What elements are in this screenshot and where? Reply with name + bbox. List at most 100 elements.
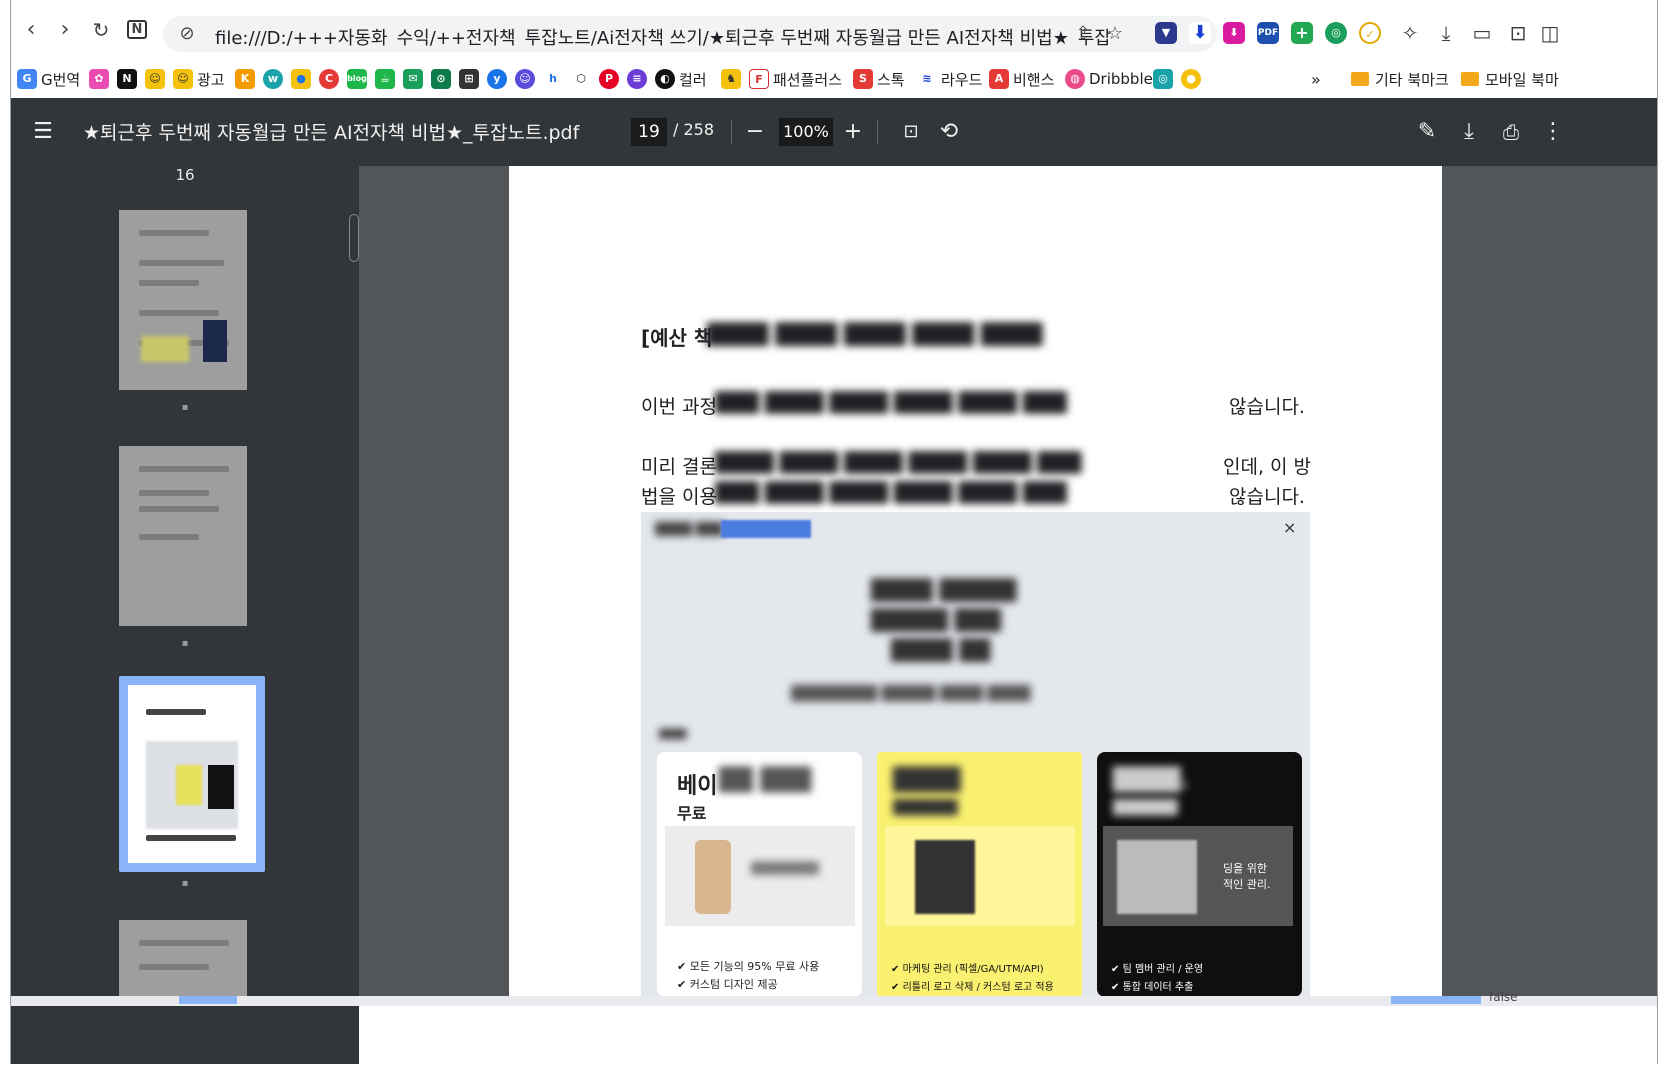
bookmark-icon-18[interactable]: ≡ bbox=[627, 66, 651, 92]
plan-image: 딩을 위한 적인 관리. bbox=[1103, 826, 1293, 926]
reload-icon[interactable]: ↻ bbox=[87, 16, 115, 44]
body-line-1-end: 않습니다. bbox=[1229, 396, 1305, 418]
bookmark-ad[interactable]: ☺ 광고 bbox=[173, 66, 225, 92]
bookmark-icon-20[interactable]: ◎ bbox=[1153, 66, 1177, 92]
thumbnail-sidebar: 16 ▪ ▪ ▪ bbox=[11, 166, 359, 1064]
bookmark-star-icon[interactable]: ☆ bbox=[1103, 22, 1127, 46]
feature-line: ✔ 통합 데이터 추출 bbox=[1111, 982, 1194, 993]
bookmark-icon-9[interactable]: ☕ bbox=[375, 66, 399, 92]
clock-extension-icon[interactable]: ✓ bbox=[1359, 22, 1381, 44]
bookmark-icon-5[interactable]: w bbox=[263, 66, 287, 92]
horizontal-scrollbar[interactable]: false bbox=[11, 990, 1657, 1006]
download-icon[interactable]: ⤓ bbox=[1453, 116, 1485, 148]
thumbnail-page[interactable] bbox=[119, 210, 247, 390]
bookmark-icon-21[interactable]: ● bbox=[1181, 66, 1205, 92]
bookmark-label: G번역 bbox=[41, 70, 81, 89]
bookmark-behance[interactable]: A 비핸스 bbox=[989, 66, 1054, 92]
plan-image bbox=[885, 826, 1075, 926]
video-icon[interactable]: ▭ bbox=[1469, 20, 1495, 46]
bookmark-stock[interactable]: S 스톡 bbox=[853, 66, 905, 92]
bookmark-icon-10[interactable]: ✉ bbox=[403, 66, 427, 92]
add-extension-icon[interactable]: + bbox=[1291, 22, 1313, 44]
bookmark-icon-17[interactable]: P bbox=[599, 66, 623, 92]
pdf-extension-icon[interactable]: PDF bbox=[1257, 22, 1279, 44]
bookmark-icon-14[interactable]: ☺ bbox=[515, 66, 539, 92]
bookmark-label: 광고 bbox=[197, 70, 225, 89]
bookmark-icon-15[interactable]: h bbox=[543, 66, 567, 92]
plan-price-blurred: ██████ bbox=[1113, 800, 1178, 816]
plan-label-blurred: ████ bbox=[659, 730, 687, 740]
zoom-input[interactable]: 100% bbox=[779, 118, 833, 146]
forward-icon[interactable]: › bbox=[51, 16, 79, 44]
not-secure-icon[interactable]: ⊘ bbox=[175, 22, 199, 46]
screenshot-icon[interactable]: ⊡ bbox=[1505, 20, 1531, 46]
bookmark-fashion[interactable]: F 패션플러스 bbox=[749, 66, 842, 92]
bookmark-icon-11[interactable]: ⊙ bbox=[431, 66, 455, 92]
bookmark-icon-1[interactable]: ✿ bbox=[89, 66, 113, 92]
feature-line: ✔ 모든 기능의 95% 무료 사용 bbox=[677, 960, 820, 973]
bookmark-icon-16[interactable]: ⬡ bbox=[571, 66, 595, 92]
purple-extension-icon[interactable]: ⬇ bbox=[1223, 22, 1245, 44]
bookmarks-more-button[interactable]: » bbox=[1311, 66, 1321, 92]
plan-card-pro[interactable]: ████ ██████ ✔ 마케팅 관리 (픽셀/GA/UTM/API) ✔ 리… bbox=[877, 752, 1082, 997]
promo-heading-blurred: ████ ██ bbox=[891, 638, 991, 662]
bookmark-gtranslate[interactable]: G G번역 bbox=[17, 66, 80, 92]
download-extension-icon[interactable]: ⬇ bbox=[1189, 22, 1211, 44]
folder-icon bbox=[1351, 72, 1369, 86]
bookmark-label: 기타 북마크 bbox=[1375, 70, 1449, 89]
plan-price-blurred: ██████ bbox=[893, 800, 958, 816]
zoom-in-icon[interactable]: + bbox=[837, 116, 869, 148]
green-circle-extension-icon[interactable]: ◎ bbox=[1325, 22, 1347, 44]
document-area: [예산 책 ████ ████ ████ ████ ████ 이번 과정 ███… bbox=[359, 166, 1657, 997]
thumbnail-page[interactable] bbox=[119, 920, 247, 1000]
annotate-pen-icon[interactable]: ✎ bbox=[1411, 116, 1443, 148]
modal-title-blurred: ████ ███ bbox=[655, 522, 724, 536]
fit-page-icon[interactable]: ⊡ bbox=[895, 116, 927, 148]
body-line-1-start: 이번 과정 bbox=[641, 396, 717, 418]
bookmark-icon-12[interactable]: ⊞ bbox=[459, 66, 483, 92]
page-number-input[interactable]: 19 bbox=[631, 118, 667, 146]
sidebar-scrollbar[interactable] bbox=[349, 214, 359, 262]
bookmark-icon-8[interactable]: blog bbox=[347, 66, 371, 92]
downloads-icon[interactable]: ⤓ bbox=[1433, 20, 1459, 46]
plan-card-basic[interactable]: 베이 ██ ███ 무료 ████████ ✔ 모든 기능의 95% 무료 사용… bbox=[657, 752, 862, 997]
thumbnail-page[interactable] bbox=[119, 446, 247, 626]
bookmark-folder-mobile[interactable]: 모바일 북마 bbox=[1461, 66, 1559, 92]
page-label-blurred: ▪ bbox=[181, 402, 189, 413]
phone-mockup bbox=[1117, 840, 1197, 914]
phone-mockup bbox=[695, 840, 731, 914]
back-icon[interactable]: ‹ bbox=[17, 16, 45, 44]
more-actions-icon[interactable]: ⋮ bbox=[1537, 116, 1569, 148]
url-text[interactable]: file:///D:/+++자동화_수익/++전자책_투잡노트/Ai전자책 쓰기… bbox=[215, 24, 1135, 46]
bookmark-folder-other[interactable]: 기타 북마크 bbox=[1351, 66, 1449, 92]
bookmark-round[interactable]: ≋ 라우드 bbox=[917, 66, 982, 92]
thumbnail-page-selected[interactable] bbox=[119, 676, 265, 872]
bookmark-icon-6[interactable]: ● bbox=[291, 66, 315, 92]
notion-icon[interactable]: N bbox=[123, 16, 151, 44]
bookmark-icon-3[interactable]: ☺ bbox=[145, 66, 169, 92]
plan-card-business[interactable]: ████. ██████ 딩을 위한 적인 관리. ✔ 팀 멤버 관리 / 운영… bbox=[1097, 752, 1302, 997]
omnibox[interactable]: ⊘ file:///D:/+++자동화_수익/++전자책_투잡노트/Ai전자책 … bbox=[163, 16, 1217, 52]
bookmark-icon-7[interactable]: C bbox=[319, 66, 343, 92]
scrollbar-thumb[interactable] bbox=[179, 996, 237, 1004]
plan-title-blurred: ████. bbox=[1113, 768, 1190, 793]
bookmarks-bar: G G번역 ✿ N ☺ ☺ 광고 K w ● C blog ☕ ✉ ⊙ ⊞ y ☺ … bbox=[11, 62, 1657, 96]
bookmark-icon-4[interactable]: K bbox=[235, 66, 259, 92]
bookmark-color[interactable]: ◐ 컬러 bbox=[655, 66, 707, 92]
print-icon[interactable]: ⎙ bbox=[1495, 116, 1527, 148]
section-heading: [예산 책 bbox=[641, 326, 713, 350]
share-icon[interactable]: ⇪ bbox=[1071, 22, 1095, 46]
bookmark-label: Dribbble bbox=[1089, 70, 1153, 88]
scrollbar-thumb[interactable] bbox=[1391, 996, 1481, 1004]
extensions-puzzle-icon[interactable]: ✧ bbox=[1397, 20, 1423, 46]
side-panel-icon[interactable]: ◫ bbox=[1537, 20, 1563, 46]
bookmark-icon-13[interactable]: y bbox=[487, 66, 511, 92]
bookmark-icon-2[interactable]: N bbox=[117, 66, 141, 92]
zoom-out-icon[interactable]: − bbox=[739, 116, 771, 148]
menu-icon[interactable]: ☰ bbox=[27, 116, 59, 148]
bookmark-icon-19[interactable]: ♞ bbox=[721, 66, 745, 92]
shield-extension-icon[interactable]: ▼ bbox=[1155, 22, 1177, 44]
close-icon[interactable]: × bbox=[1283, 518, 1296, 537]
bookmark-dribbble[interactable]: ◍ Dribbble bbox=[1065, 66, 1153, 92]
rotate-icon[interactable]: ⟲ bbox=[933, 116, 965, 148]
